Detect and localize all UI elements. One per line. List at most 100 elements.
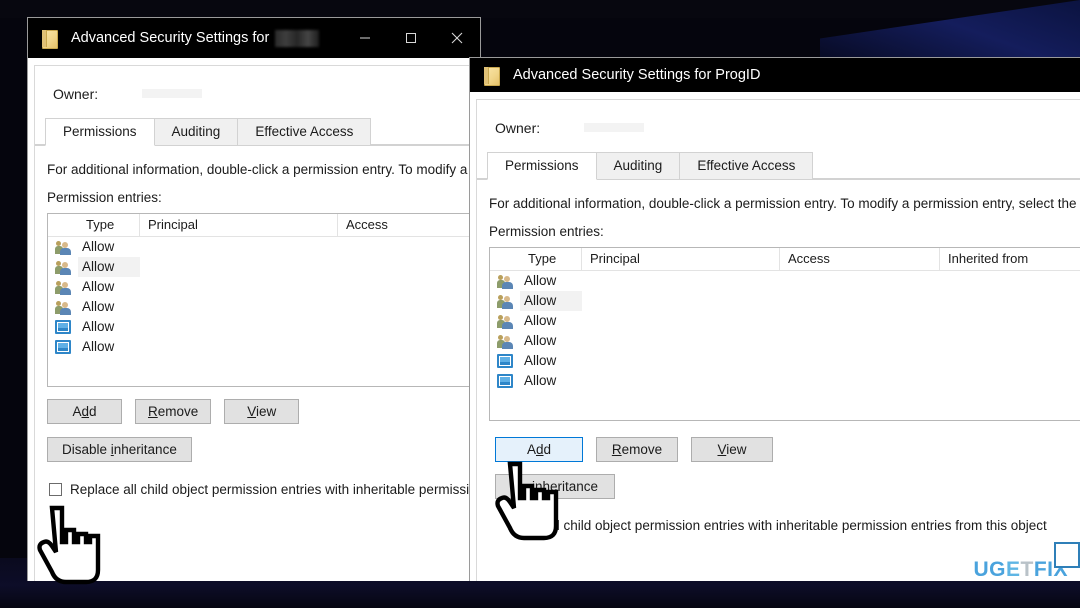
remove-button-back[interactable]: Remove bbox=[135, 399, 212, 424]
column-type[interactable]: Type bbox=[520, 248, 582, 270]
permission-entries-list-back[interactable]: Type Principal Access Allow Allow Allow All… bbox=[47, 213, 479, 387]
window-advanced-security-settings-back[interactable]: Advanced Security Settings for Owner: Pe… bbox=[28, 18, 480, 581]
info-text-back: For additional information, double-click… bbox=[47, 162, 480, 177]
folder-icon bbox=[42, 28, 59, 49]
owner-row-back: Owner: bbox=[35, 66, 480, 102]
add-button-back[interactable]: Add bbox=[47, 399, 122, 424]
table-row[interactable]: Allow bbox=[490, 331, 1080, 351]
group-icon bbox=[496, 314, 514, 329]
minimize-icon[interactable] bbox=[342, 18, 388, 58]
row-icon-cell bbox=[490, 374, 520, 388]
row-icon-cell bbox=[490, 274, 520, 289]
row-icon-cell bbox=[48, 340, 78, 354]
disable-inheritance-row-back: Disable inheritance bbox=[47, 437, 480, 462]
group-icon bbox=[54, 260, 72, 275]
list-header-back: Type Principal Access bbox=[48, 214, 478, 237]
background-top-strip bbox=[0, 0, 1080, 18]
tab-label: Auditing bbox=[171, 124, 221, 139]
group-icon bbox=[54, 280, 72, 295]
column-icon bbox=[48, 214, 78, 236]
add-button-front[interactable]: Add bbox=[495, 437, 583, 462]
window-body-back: Owner: Permissions Auditing Effective Ac… bbox=[28, 58, 480, 581]
tab-permissions-back[interactable]: Permissions bbox=[45, 118, 155, 146]
window-title-front: Advanced Security Settings for ProgID bbox=[513, 67, 761, 83]
owner-value-placeholder bbox=[584, 123, 645, 132]
monitor-icon bbox=[497, 374, 513, 388]
close-icon[interactable] bbox=[434, 18, 480, 58]
column-type[interactable]: Type bbox=[78, 214, 140, 236]
cell-type: Allow bbox=[82, 319, 115, 334]
row-icon-cell bbox=[48, 240, 78, 255]
table-row[interactable]: Allow bbox=[490, 311, 1080, 331]
replace-permissions-checkbox-back[interactable] bbox=[49, 483, 62, 496]
remove-button-front[interactable]: Remove bbox=[596, 437, 678, 462]
window-title-back: Advanced Security Settings for bbox=[71, 30, 270, 46]
maximize-icon[interactable] bbox=[388, 18, 434, 58]
monitor-icon bbox=[55, 340, 71, 354]
info-text-front: For additional information, double-click… bbox=[489, 196, 1080, 211]
cell-type: Allow bbox=[520, 291, 582, 311]
table-row[interactable]: Allow bbox=[48, 257, 478, 277]
replace-permissions-row-front[interactable]: e all child object permission entries wi… bbox=[535, 518, 1080, 533]
table-row[interactable]: Allow bbox=[490, 371, 1080, 391]
row-icon-cell bbox=[490, 314, 520, 329]
column-principal[interactable]: Principal bbox=[582, 248, 780, 270]
tab-label: Auditing bbox=[613, 158, 663, 173]
table-row[interactable]: Allow bbox=[48, 237, 478, 257]
permission-entries-label-back: Permission entries: bbox=[47, 190, 162, 205]
column-principal[interactable]: Principal bbox=[140, 214, 338, 236]
action-buttons-back: Add Remove View bbox=[47, 399, 480, 424]
cell-type: Allow bbox=[524, 373, 557, 388]
view-button-front[interactable]: View bbox=[691, 437, 773, 462]
table-row[interactable]: Allow bbox=[48, 337, 478, 357]
window-advanced-security-settings-front[interactable]: Advanced Security Settings for ProgID Ow… bbox=[470, 58, 1080, 581]
replace-permissions-label-front: e all child object permission entries wi… bbox=[535, 518, 1047, 533]
cell-type: Allow bbox=[82, 239, 115, 254]
tab-auditing-back[interactable]: Auditing bbox=[153, 118, 239, 145]
table-row[interactable]: Allow bbox=[48, 277, 478, 297]
permission-entries-list-front[interactable]: Type Principal Access Inherited from All… bbox=[489, 247, 1080, 421]
cell-type: Allow bbox=[524, 333, 557, 348]
group-icon bbox=[496, 274, 514, 289]
owner-label-back: Owner: bbox=[53, 86, 99, 102]
tab-label: Permissions bbox=[505, 158, 579, 173]
cell-type: Allow bbox=[82, 279, 115, 294]
titlebar-back[interactable]: Advanced Security Settings for bbox=[28, 18, 480, 58]
cell-type: Allow bbox=[78, 257, 140, 277]
tab-effective-access-back[interactable]: Effective Access bbox=[237, 118, 372, 145]
disable-inheritance-button-front[interactable]: inheritance bbox=[495, 474, 615, 499]
list-rows-front: Allow Allow Allow Allow Allow Allow bbox=[490, 271, 1080, 391]
watermark-part-2: E bbox=[1005, 558, 1021, 581]
action-buttons-front: Add Remove View bbox=[495, 437, 1080, 462]
tab-label: Permissions bbox=[63, 124, 137, 139]
background-navy-wedge bbox=[820, 0, 1080, 62]
group-icon bbox=[496, 334, 514, 349]
column-access[interactable]: Access bbox=[780, 248, 940, 270]
tab-effective-access-front[interactable]: Effective Access bbox=[679, 152, 814, 179]
row-icon-cell bbox=[48, 320, 78, 334]
window-body-front: Owner: Permissions Auditing Effective Ac… bbox=[470, 92, 1080, 581]
window-controls-back[interactable] bbox=[342, 18, 480, 58]
permission-entries-label-front: Permission entries: bbox=[489, 224, 604, 239]
group-icon bbox=[496, 294, 514, 309]
titlebar-front[interactable]: Advanced Security Settings for ProgID bbox=[470, 58, 1080, 92]
dialog-pane-back: Owner: Permissions Auditing Effective Ac… bbox=[34, 65, 480, 581]
view-button-back[interactable]: View bbox=[224, 399, 300, 424]
column-inherited-from[interactable]: Inherited from bbox=[940, 248, 1080, 270]
cell-type: Allow bbox=[82, 299, 115, 314]
table-row[interactable]: Allow bbox=[48, 317, 478, 337]
folder-icon bbox=[484, 65, 501, 86]
tab-permissions-front[interactable]: Permissions bbox=[487, 152, 597, 180]
list-rows-back: Allow Allow Allow Allow Allow Allow bbox=[48, 237, 478, 357]
table-row[interactable]: Allow bbox=[490, 271, 1080, 291]
tabstrip-front[interactable]: Permissions Auditing Effective Access bbox=[477, 152, 1080, 180]
replace-permissions-row-back[interactable]: Replace all child object permission entr… bbox=[49, 482, 480, 497]
table-row[interactable]: Allow bbox=[48, 297, 478, 317]
table-row[interactable]: Allow bbox=[490, 351, 1080, 371]
tab-auditing-front[interactable]: Auditing bbox=[595, 152, 681, 179]
table-row[interactable]: Allow bbox=[490, 291, 1080, 311]
tabstrip-back[interactable]: Permissions Auditing Effective Access bbox=[35, 118, 480, 146]
group-icon bbox=[54, 300, 72, 315]
column-access[interactable]: Access bbox=[338, 214, 478, 236]
disable-inheritance-button-back[interactable]: Disable inheritance bbox=[47, 437, 192, 462]
